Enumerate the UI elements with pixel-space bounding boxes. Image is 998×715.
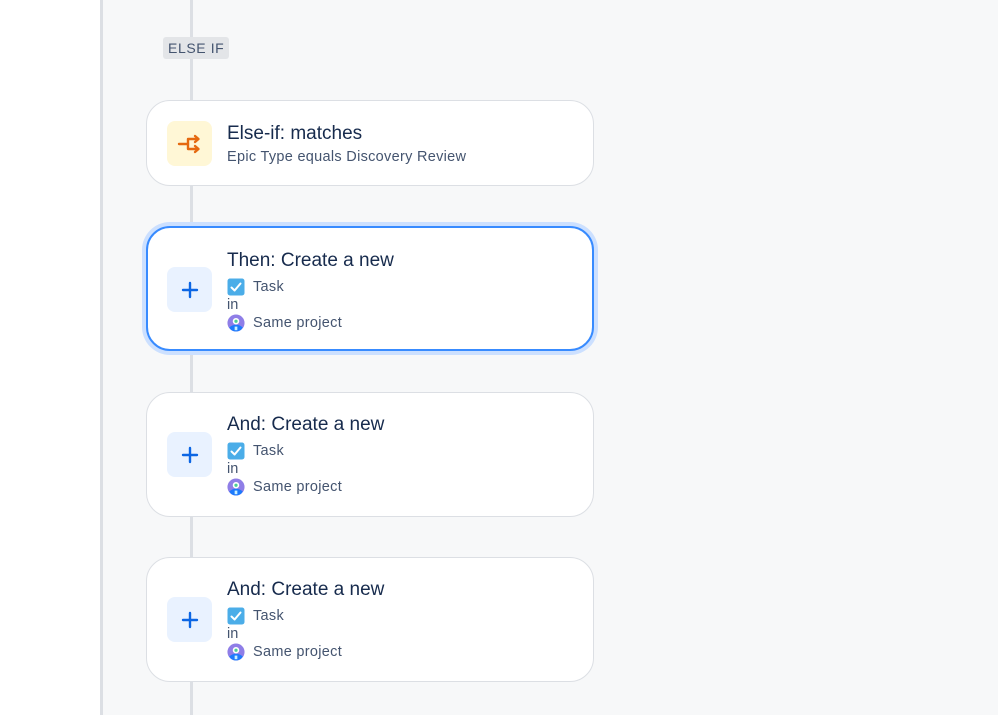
project-label: Same project: [253, 479, 343, 495]
action-title: And: Create a new: [227, 579, 385, 600]
action-card-then[interactable]: Then: Create a new Task in Same project: [146, 226, 594, 351]
issue-type-row: Task: [227, 442, 384, 460]
task-checkbox-icon: [227, 278, 245, 296]
issue-type-label: Task: [253, 279, 285, 295]
action-body: And: Create a new Task in Same project: [227, 578, 384, 661]
in-label: in: [227, 626, 239, 642]
rule-canvas: ELSE IF Else-if: matches Epic Type equal…: [0, 0, 998, 715]
project-avatar-icon: [227, 478, 245, 496]
issue-type-label: Task: [253, 443, 285, 459]
condition-body: Else-if: matches Epic Type equals Discov…: [227, 122, 466, 167]
plus-icon: [167, 267, 212, 312]
project-row: Same project: [227, 314, 394, 332]
left-panel: [0, 0, 100, 715]
task-checkbox-icon: [227, 607, 245, 625]
action-card-and-1[interactable]: And: Create a new Task in Same project: [146, 392, 594, 517]
task-checkbox-icon: [227, 442, 245, 460]
project-row: Same project: [227, 643, 384, 661]
else-if-branch-label: ELSE IF: [163, 37, 230, 59]
issue-type-row: Task: [227, 278, 394, 296]
action-title: Then: Create a new: [227, 250, 394, 271]
action-card-and-2[interactable]: And: Create a new Task in Same project: [146, 557, 594, 682]
plus-icon: [167, 432, 212, 477]
project-avatar-icon: [227, 314, 245, 332]
action-title: And: Create a new: [227, 414, 385, 435]
issue-type-label: Task: [253, 608, 285, 624]
action-body: And: Create a new Task in Same project: [227, 413, 384, 496]
condition-title: Else-if: matches: [227, 123, 363, 144]
project-avatar-icon: [227, 643, 245, 661]
in-label: in: [227, 297, 239, 313]
plus-icon: [167, 597, 212, 642]
action-body: Then: Create a new Task in Same project: [227, 249, 394, 332]
project-label: Same project: [253, 315, 343, 331]
condition-card[interactable]: Else-if: matches Epic Type equals Discov…: [146, 100, 594, 186]
branch-icon: [167, 121, 212, 166]
left-panel-divider: [100, 0, 103, 715]
project-label: Same project: [253, 644, 343, 660]
issue-type-row: Task: [227, 607, 384, 625]
in-label: in: [227, 461, 239, 477]
condition-description: Epic Type equals Discovery Review: [227, 149, 467, 165]
project-row: Same project: [227, 478, 384, 496]
